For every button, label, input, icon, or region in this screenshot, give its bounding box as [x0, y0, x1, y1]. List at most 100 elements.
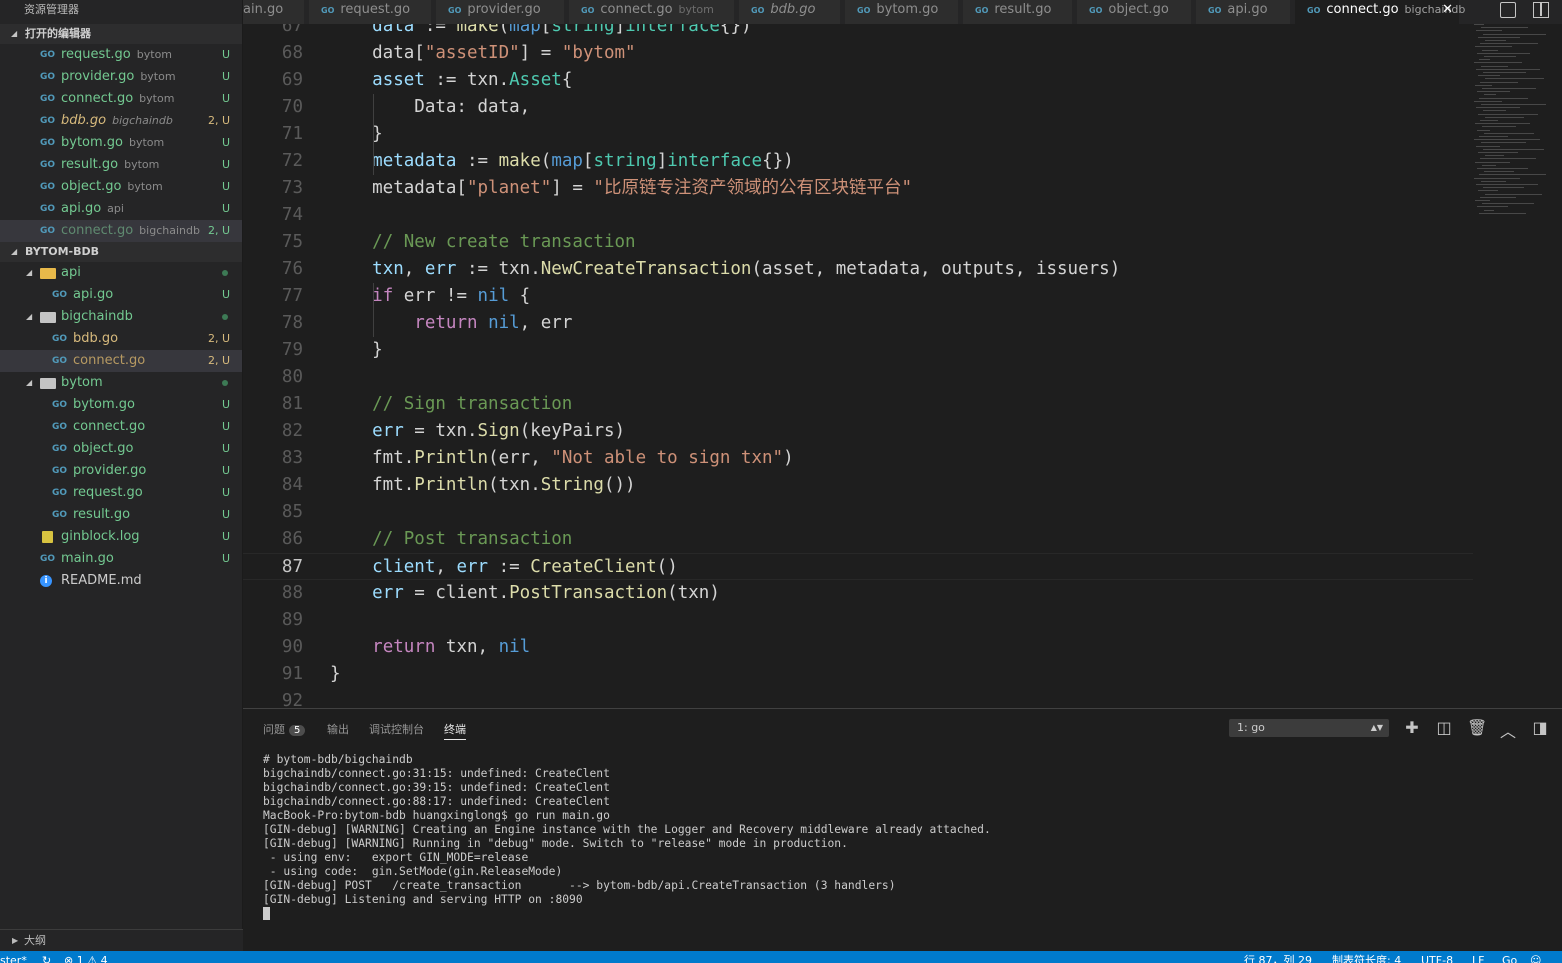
git-status-badge: U: [221, 158, 230, 171]
folder-item[interactable]: ◢ bigchaindb: [0, 306, 242, 328]
tree-file-item[interactable]: GO request.go U: [0, 482, 242, 504]
tab-bdb-go[interactable]: GO bdb.go: [739, 0, 841, 24]
tab-bytom-go[interactable]: GO bytom.go: [845, 0, 959, 24]
terminal-output[interactable]: # bytom-bdb/bigchaindb bigchaindb/connect…: [263, 753, 991, 921]
line-ending[interactable]: LF: [1472, 951, 1484, 963]
open-editor-item[interactable]: GO bdb.go bigchaindb 2, U: [0, 110, 242, 132]
minimap-line: [1478, 152, 1518, 153]
maximize-panel-icon[interactable]: ︿: [1499, 718, 1517, 742]
cursor-position[interactable]: 行 87，列 29: [1244, 951, 1312, 963]
open-editor-item[interactable]: GO result.go bytom U: [0, 154, 242, 176]
tree-file-item[interactable]: GO connect.go 2, U: [0, 350, 242, 372]
minimap[interactable]: [1470, 24, 1550, 224]
file-folder: bytom: [129, 136, 165, 149]
tab-ain-go[interactable]: ain.go: [243, 0, 305, 24]
tree-file-item[interactable]: i README.md: [0, 570, 242, 592]
code-line: 78 return nil, err: [243, 310, 1473, 337]
panel-tab[interactable]: 调试控制台: [369, 721, 424, 737]
tab-connect-go[interactable]: GO connect.go bigchaindb ✕: [1295, 0, 1465, 24]
open-editors-header[interactable]: ◢ 打开的编辑器: [0, 24, 242, 44]
panel-tab[interactable]: 终端: [444, 721, 466, 740]
file-folder: bigchaindb: [139, 224, 200, 237]
problems-status[interactable]: ⊗ 1 ⚠ 4: [64, 951, 108, 963]
folder-item[interactable]: ◢ api: [0, 262, 242, 284]
tab-api-go[interactable]: GO api.go: [1196, 0, 1291, 24]
minimap-line: [1477, 129, 1490, 131]
tab-provider-go[interactable]: GO provider.go: [436, 0, 565, 24]
chevron-down-icon: ◢: [11, 29, 18, 38]
sync-icon[interactable]: ↻: [42, 951, 51, 963]
tab-result-go[interactable]: GO result.go: [963, 0, 1073, 24]
open-editor-item[interactable]: GO bytom.go bytom U: [0, 132, 242, 154]
line-number: 73: [281, 178, 303, 198]
open-editor-item[interactable]: GO connect.go bigchaindb 2, U: [0, 220, 242, 242]
code-line: 73 metadata["planet"] = "比原链专注资产领域的公有区块链…: [243, 175, 1473, 202]
new-terminal-icon[interactable]: ✚: [1403, 718, 1421, 737]
git-status-badge: U: [221, 136, 230, 149]
code-text: metadata["planet"] = "比原链专注资产领域的公有区块链平台": [330, 178, 912, 198]
tree-file-item[interactable]: GO bdb.go 2, U: [0, 328, 242, 350]
tree-file-item[interactable]: GO api.go U: [0, 284, 242, 306]
tab-request-go[interactable]: GO request.go: [309, 0, 432, 24]
open-editor-label: api.go api: [61, 198, 124, 220]
split-editor-icon[interactable]: [1533, 2, 1549, 18]
line-number: 69: [281, 70, 303, 90]
open-editor-item[interactable]: GO object.go bytom U: [0, 176, 242, 198]
tree-file-item[interactable]: GO object.go U: [0, 438, 242, 460]
code-text: metadata := make(map[string]interface{}): [372, 151, 794, 171]
tab-size[interactable]: 制表符长度: 4: [1332, 951, 1401, 963]
panel-tab[interactable]: 输出: [327, 721, 349, 737]
split-terminal-icon[interactable]: ◫: [1435, 718, 1453, 737]
tree-item-label: object.go: [73, 441, 134, 456]
code-line: 83 fmt.Println(err, "Not able to sign tx…: [243, 445, 1473, 472]
tab-connect-go[interactable]: GO connect.go bytom: [569, 0, 735, 24]
panel-tab[interactable]: 问题 5: [263, 721, 306, 737]
feedback-icon[interactable]: ☺: [1530, 951, 1541, 963]
tree-file-item[interactable]: GO connect.go U: [0, 416, 242, 438]
minimap-line: [1476, 145, 1500, 147]
tree-file-item[interactable]: GO provider.go U: [0, 460, 242, 482]
file-folder: bigchaindb: [112, 114, 173, 127]
tree-file-item[interactable]: GO result.go U: [0, 504, 242, 526]
open-editor-item[interactable]: GO api.go api U: [0, 198, 242, 220]
close-icon: ✕: [1442, 2, 1453, 17]
git-status-badge: U: [221, 92, 230, 105]
terminal-select[interactable]: 1: go ▲▼: [1229, 719, 1389, 737]
minimap-line: [1476, 184, 1538, 185]
tree-item-label: api: [61, 265, 81, 280]
outline-header[interactable]: ▶ 大纲: [0, 929, 243, 951]
folder-item[interactable]: ◢ bytom: [0, 372, 242, 394]
code-text: if err != nil {: [372, 286, 531, 306]
encoding[interactable]: UTF-8: [1421, 951, 1453, 963]
go-file-icon: GO: [52, 488, 68, 498]
minimap-line: [1476, 30, 1502, 32]
tree-file-item[interactable]: ginblock.log U: [0, 526, 242, 548]
code-text: }: [330, 124, 383, 144]
tree-file-item[interactable]: GO main.go U: [0, 548, 242, 570]
open-editor-item[interactable]: GO connect.go bytom U: [0, 88, 242, 110]
code-editor[interactable]: 67 data := make(map[string]interface{}) 6…: [243, 24, 1562, 708]
tab-label: provider.go: [467, 2, 541, 17]
file-name: api.go: [61, 201, 102, 216]
git-branch[interactable]: ster*: [0, 951, 27, 963]
open-editor-item[interactable]: GO request.go bytom U: [0, 44, 242, 66]
tab-object-go[interactable]: GO object.go: [1077, 0, 1192, 24]
git-status-badge: U: [221, 48, 230, 61]
line-number: 68: [281, 43, 303, 63]
minimap-line: [1484, 56, 1516, 57]
language-mode[interactable]: Go: [1502, 951, 1517, 963]
project-header[interactable]: ◢ BYTOM-BDB: [0, 242, 242, 262]
tree-file-item[interactable]: GO bytom.go U: [0, 394, 242, 416]
git-status-badge: U: [221, 202, 230, 215]
toggle-panel-position-icon[interactable]: ◨: [1531, 718, 1549, 737]
open-editor-item[interactable]: GO provider.go bytom U: [0, 66, 242, 88]
chevron-down-icon: ◢: [26, 378, 33, 387]
open-editor-label: provider.go bytom: [61, 66, 176, 88]
kill-terminal-icon[interactable]: 🗑: [1467, 718, 1487, 737]
minimap-line: [1475, 84, 1492, 86]
go-file-icon: GO: [1208, 6, 1222, 15]
open-changes-icon[interactable]: [1500, 2, 1516, 18]
tree-item-label: README.md: [61, 573, 142, 588]
go-file-icon: GO: [52, 290, 68, 300]
minimap-line: [1481, 180, 1506, 182]
